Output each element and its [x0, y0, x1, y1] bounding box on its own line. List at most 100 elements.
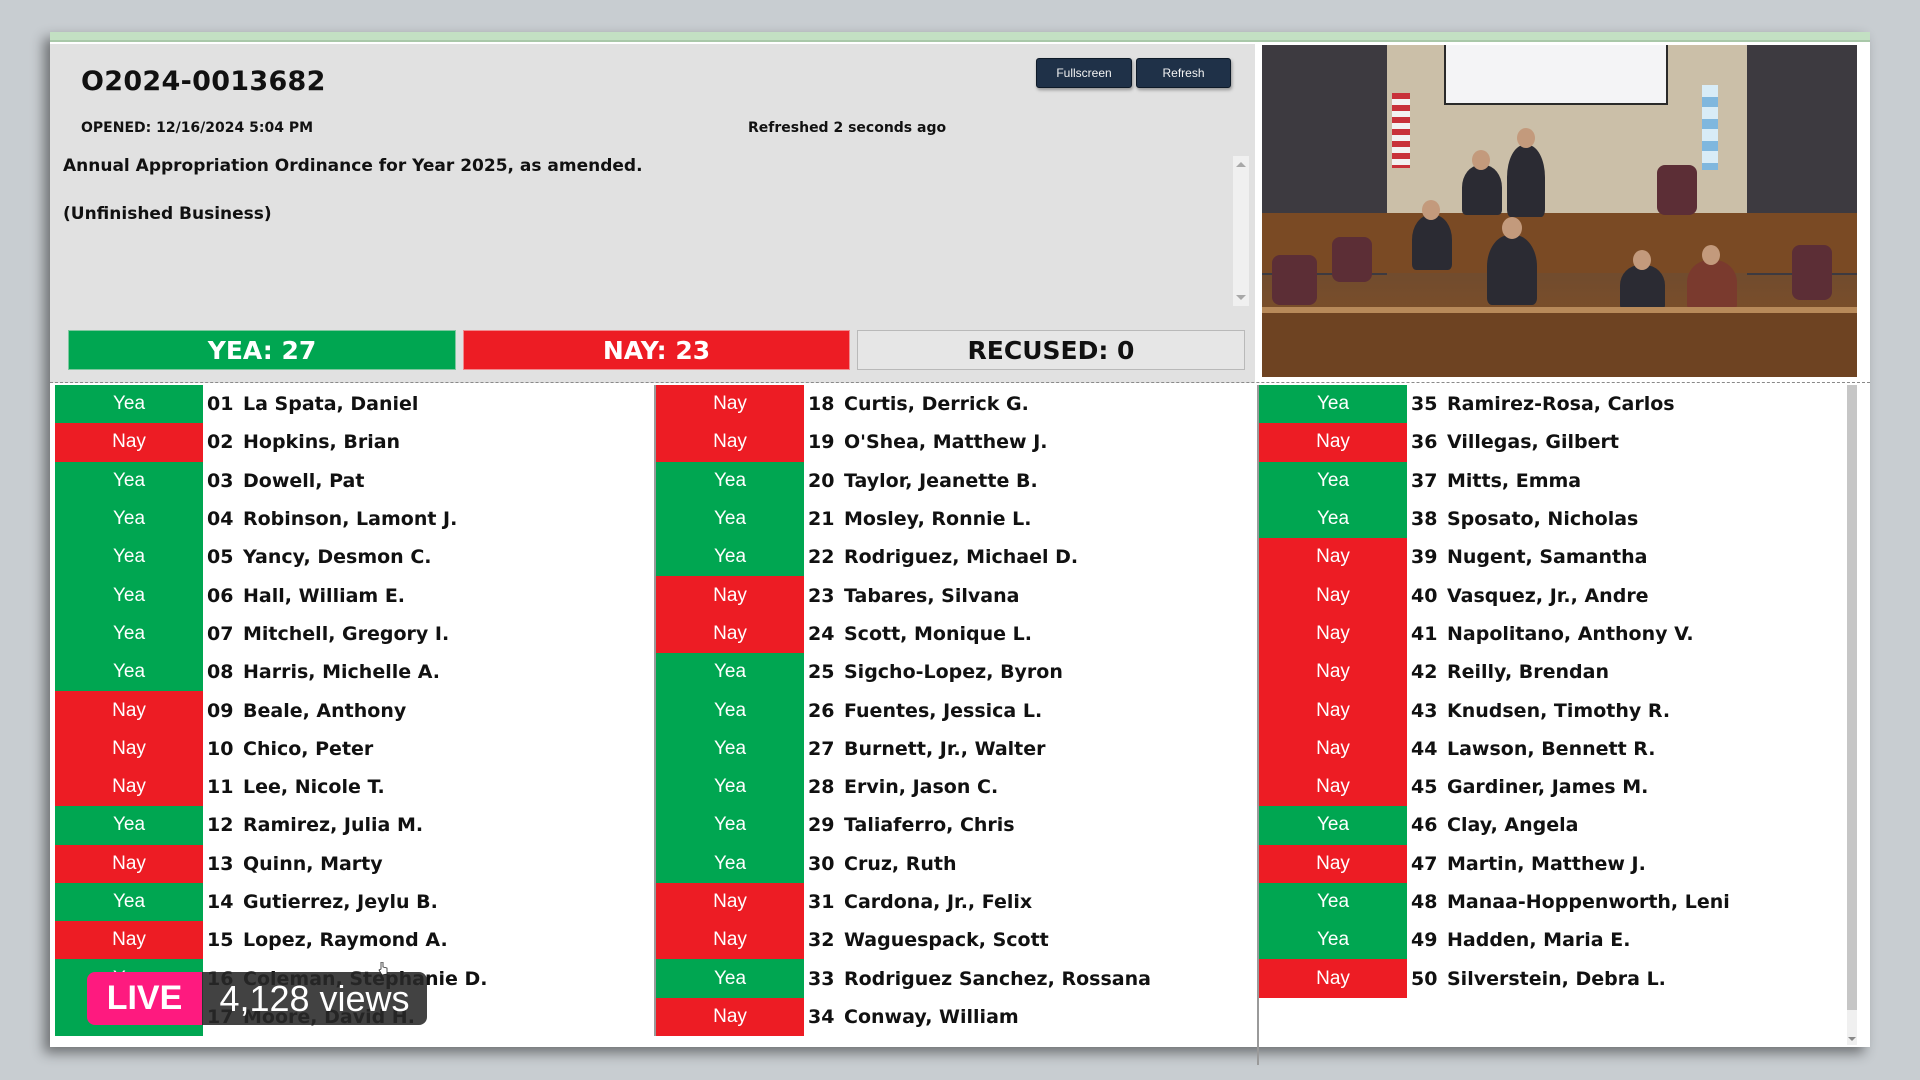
member-name: Gardiner, James M.: [1447, 776, 1649, 799]
member-name: Tabares, Silvana: [844, 584, 1020, 607]
member-label: 20 Taylor, Jeanette B.: [804, 462, 1038, 500]
vote-status: Yea: [656, 844, 804, 883]
member-label: 37 Mitts, Emma: [1407, 462, 1581, 500]
description-scrollbar[interactable]: [1233, 156, 1249, 306]
vote-status: Yea: [55, 461, 203, 500]
yea-total: YEA: 27: [68, 330, 456, 370]
vote-status: Yea: [55, 576, 203, 615]
member-name: Dowell, Pat: [243, 469, 365, 492]
vote-status: Yea: [55, 499, 203, 539]
vote-row: Yea 35 Ramirez-Rosa, Carlos: [1259, 385, 1857, 424]
member-label: 44 Lawson, Bennett R.: [1407, 730, 1656, 768]
vote-column-2: Nay 18 Curtis, Derrick G. Nay 19 O'Shea, Matt…: [654, 385, 1252, 1037]
member-label: 04 Robinson, Lamont J.: [203, 500, 457, 538]
vote-status: Yea: [656, 499, 804, 539]
vote-row: Yea 06 Hall, William E.: [55, 576, 649, 615]
scrollbar-thumb[interactable]: [1847, 385, 1857, 1010]
vote-status: Yea: [55, 614, 203, 654]
record-description: Annual Appropriation Ordinance for Year …: [63, 156, 1223, 346]
vote-row: Yea 22 Rodriguez, Michael D.: [656, 538, 1252, 577]
vote-row: Yea 28 Ervin, Jason C.: [656, 767, 1252, 807]
vote-row: Yea 30 Cruz, Ruth: [656, 844, 1252, 883]
vote-row: Nay 15 Lopez, Raymond A.: [55, 921, 649, 960]
member-label: 31 Cardona, Jr., Felix: [804, 883, 1032, 921]
member-label: 34 Conway, William: [804, 998, 1019, 1036]
vote-status: Nay: [1259, 729, 1407, 768]
vote-row: Nay 09 Beale, Anthony: [55, 691, 649, 730]
vote-row: Yea 14 Gutierrez, Jeylu B.: [55, 882, 649, 922]
member-label: 22 Rodriguez, Michael D.: [804, 538, 1078, 576]
ward-number: 46: [1411, 814, 1438, 837]
vote-status: Nay: [656, 385, 804, 424]
us-flag-icon: [1392, 93, 1410, 168]
ward-number: 13: [207, 852, 234, 875]
member-name: Clay, Angela: [1447, 814, 1579, 837]
video-person: [1412, 215, 1452, 270]
vote-row: Yea 49 Hadden, Maria E.: [1259, 921, 1857, 960]
member-name: Lopez, Raymond A.: [243, 929, 448, 952]
video-person-head: [1472, 150, 1490, 170]
ward-number: 33: [808, 967, 835, 990]
video-chair: [1792, 245, 1832, 300]
ward-number: 49: [1411, 929, 1438, 952]
vote-row: Nay 50 Silverstein, Debra L.: [1259, 959, 1857, 998]
vote-status: Nay: [55, 844, 203, 883]
vote-row: Nay 44 Lawson, Bennett R.: [1259, 729, 1857, 768]
refresh-status: Refreshed 2 seconds ago: [748, 120, 947, 136]
ward-number: 02: [207, 431, 234, 454]
member-label: 45 Gardiner, James M.: [1407, 768, 1648, 806]
scroll-down-arrow-icon[interactable]: [1236, 295, 1246, 300]
vote-status: Nay: [656, 997, 804, 1037]
vote-column-1: Yea 01 La Spata, Daniel Nay 02 Hopkins, Brian…: [55, 385, 649, 1037]
vote-status: Yea: [656, 538, 804, 577]
ward-number: 21: [808, 508, 835, 531]
vote-status: Nay: [1259, 576, 1407, 615]
member-label: 50 Silverstein, Debra L.: [1407, 959, 1666, 997]
view-count: 4,128 views: [202, 972, 427, 1025]
vote-row: Yea 12 Ramirez, Julia M.: [55, 806, 649, 845]
vote-list-scrollbar[interactable]: [1847, 385, 1857, 1045]
member-label: 42 Reilly, Brendan: [1407, 653, 1609, 691]
ward-number: 20: [808, 469, 835, 492]
member-label: 33 Rodriguez Sanchez, Rossana: [804, 959, 1151, 997]
vote-status: Yea: [656, 959, 804, 998]
member-name: Cardona, Jr., Felix: [844, 891, 1033, 913]
member-label: 12 Ramirez, Julia M.: [203, 806, 423, 844]
refresh-button[interactable]: Refresh: [1136, 58, 1231, 88]
video-chair: [1332, 237, 1372, 282]
fullscreen-button[interactable]: Fullscreen: [1036, 58, 1132, 88]
scroll-down-arrow-icon[interactable]: [1848, 1037, 1856, 1041]
member-label: 03 Dowell, Pat: [203, 462, 364, 500]
member-name: Burnett, Jr., Walter: [844, 737, 1046, 760]
vote-status: Yea: [1259, 461, 1407, 500]
member-name: Gutierrez, Jeylu B.: [243, 891, 438, 913]
ward-number: 27: [808, 737, 835, 760]
member-name: Chico, Peter: [243, 737, 374, 760]
vote-row: Yea 33 Rodriguez Sanchez, Rossana: [656, 959, 1252, 998]
list-divider: [50, 382, 1870, 384]
vote-row: Nay 45 Gardiner, James M.: [1259, 767, 1857, 807]
vote-status: Nay: [1259, 614, 1407, 654]
member-name: Taylor, Jeanette B.: [844, 469, 1038, 492]
member-label: 28 Ervin, Jason C.: [804, 768, 998, 806]
member-label: 38 Sposato, Nicholas: [1407, 500, 1638, 538]
ward-number: 15: [207, 929, 234, 952]
vote-row: Nay 34 Conway, William: [656, 997, 1252, 1037]
vote-status: Nay: [55, 729, 203, 768]
vote-row: Yea 05 Yancy, Desmon C.: [55, 538, 649, 577]
ward-number: 31: [808, 891, 835, 913]
record-id: O2024-0013682: [81, 66, 326, 97]
member-name: Scott, Monique L.: [844, 622, 1032, 645]
member-name: Yancy, Desmon C.: [243, 546, 432, 569]
vote-status: Nay: [55, 921, 203, 960]
vote-status: Yea: [656, 461, 804, 500]
live-video-feed[interactable]: [1262, 45, 1857, 377]
member-label: 46 Clay, Angela: [1407, 806, 1579, 844]
vote-status: Yea: [656, 729, 804, 768]
scroll-up-arrow-icon[interactable]: [1236, 162, 1246, 167]
vote-status: Yea: [55, 538, 203, 577]
ward-number: 07: [207, 622, 234, 645]
member-label: 11 Lee, Nicole T.: [203, 768, 385, 806]
member-name: Sigcho-Lopez, Byron: [844, 661, 1063, 684]
member-name: Lee, Nicole T.: [243, 776, 385, 799]
